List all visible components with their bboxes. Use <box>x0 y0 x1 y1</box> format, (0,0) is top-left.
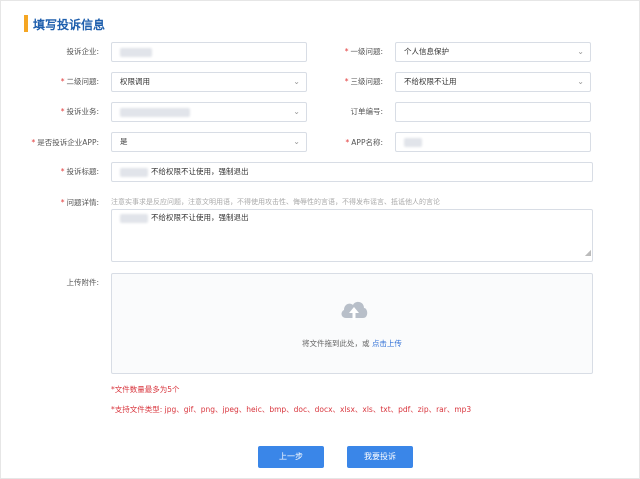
section-title: 填写投诉信息 <box>33 18 106 32</box>
level2-select[interactable]: 权限调用 ⌄ <box>111 72 307 92</box>
complaint-form-page: 填写投诉信息 投诉企业: * 一级问题: 个人信息保护 ⌄ * 二级问题: 权限调用 ⌄… <box>0 0 640 479</box>
is-app-label: * 是否投诉企业APP: <box>31 138 99 147</box>
file-types-note: *支持文件类型: jpg、gif、png、jpeg、heic、bmp、doc、d… <box>111 405 472 414</box>
redacted-title-prefix <box>120 167 148 177</box>
detail-hint: 注意实事求是反应问题，注意文明用语，不得使用攻击性、侮辱性的言语，不得发布谣言、… <box>111 198 440 206</box>
chevron-down-icon: ⌄ <box>577 77 584 86</box>
attachment-label: 上传附件: <box>66 278 99 287</box>
level1-label: * 一级问题: <box>344 47 383 56</box>
company-label: 投诉企业: <box>66 47 99 56</box>
cloud-upload-icon <box>341 301 368 320</box>
prev-step-button[interactable]: 上一步 <box>258 446 324 468</box>
business-label: * 投诉业务: <box>60 107 99 116</box>
level3-label: * 三级问题: <box>344 77 383 86</box>
is-app-select[interactable]: 是 ⌄ <box>111 132 307 152</box>
detail-textarea[interactable]: 不给权限不让使用，强制退出 ◢ <box>111 209 593 262</box>
upload-dropzone[interactable]: 将文件拖到此处，或 点击上传 <box>111 273 593 374</box>
app-name-input[interactable] <box>395 132 591 152</box>
submit-complaint-button[interactable]: 我要投诉 <box>347 446 413 468</box>
redacted-app-name <box>404 137 422 147</box>
level2-label: * 二级问题: <box>60 77 99 86</box>
chevron-down-icon: ⌄ <box>293 137 300 146</box>
max-files-note: *文件数量最多为5个 <box>111 385 180 394</box>
chevron-down-icon: ⌄ <box>293 107 300 116</box>
order-label: 订单编号: <box>350 107 383 116</box>
section-accent-bar <box>24 15 28 32</box>
company-field[interactable] <box>111 42 307 62</box>
complaint-title-input[interactable]: 不给权限不让使用，强制退出 <box>111 162 593 182</box>
redacted-company <box>120 47 152 57</box>
detail-label: * 问题详情: <box>60 198 99 207</box>
click-upload-link[interactable]: 点击上传 <box>372 339 402 348</box>
app-name-label: * APP名称: <box>345 138 383 147</box>
upload-instruction: 将文件拖到此处，或 点击上传 <box>302 339 402 348</box>
level1-select[interactable]: 个人信息保护 ⌄ <box>395 42 591 62</box>
business-select[interactable]: ⌄ <box>111 102 307 122</box>
redacted-business <box>120 107 190 117</box>
order-input[interactable] <box>395 102 591 122</box>
chevron-down-icon: ⌄ <box>577 47 584 56</box>
complaint-title-label: * 投诉标题: <box>60 167 99 176</box>
redacted-detail-prefix <box>120 213 148 223</box>
level3-select[interactable]: 不给权限不让用 ⌄ <box>395 72 591 92</box>
resize-handle-icon[interactable]: ◢ <box>585 245 591 261</box>
chevron-down-icon: ⌄ <box>293 77 300 86</box>
